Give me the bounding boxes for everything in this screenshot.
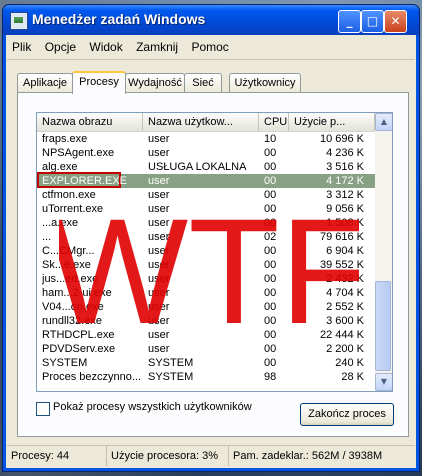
- vertical-scrollbar[interactable]: ▲ ▼: [375, 113, 392, 391]
- title-bar[interactable]: Menedżer zadań Windows _ □ ✕: [3, 5, 419, 35]
- window-title: Menedżer zadań Windows: [32, 11, 206, 27]
- process-memory: 28 K: [341, 371, 364, 383]
- table-row[interactable]: PDVDServ.exe user 00 2 200 K: [37, 342, 375, 356]
- tab-wydajnosc[interactable]: Wydajność: [125, 73, 185, 92]
- minimize-button[interactable]: _: [338, 10, 361, 33]
- process-cpu: 00: [264, 343, 277, 355]
- process-memory: 3 516 K: [326, 161, 364, 173]
- show-all-processes-checkbox[interactable]: [36, 402, 50, 416]
- menu-plik[interactable]: Plik: [7, 38, 36, 56]
- process-memory: 4 172 K: [326, 175, 364, 187]
- table-row[interactable]: NPSAgent.exe user 00 4 236 K: [37, 146, 375, 160]
- process-user: user: [148, 343, 170, 355]
- process-cpu: 00: [264, 161, 277, 173]
- process-memory: 240 K: [335, 357, 364, 369]
- status-bar: Procesy: 44 Użycie procesora: 3% Pam. za…: [7, 445, 415, 466]
- status-commit-charge: Pam. zadeklar.: 562M / 3938M: [233, 450, 383, 462]
- process-memory: 10 696 K: [319, 133, 364, 145]
- column-header-memory[interactable]: Użycie p...: [289, 113, 375, 131]
- process-name: SYSTEM: [42, 357, 88, 369]
- maximize-button[interactable]: □: [361, 10, 384, 33]
- process-cpu: 00: [264, 175, 277, 187]
- process-user: user: [148, 147, 170, 159]
- tab-procesy[interactable]: Procesy: [72, 71, 126, 94]
- column-header-cpu[interactable]: CPU: [259, 113, 289, 131]
- tab-aplikacje[interactable]: Aplikacje: [17, 73, 73, 92]
- process-user: user: [148, 133, 170, 145]
- status-processes: Procesy: 44: [7, 446, 107, 466]
- menu-widok[interactable]: Widok: [84, 38, 127, 56]
- process-cpu: 98: [264, 371, 277, 383]
- table-row[interactable]: SYSTEM SYSTEM 00 240 K: [37, 356, 375, 370]
- process-cpu: 00: [264, 357, 277, 369]
- menu-zamknij[interactable]: Zamknij: [131, 38, 183, 56]
- process-memory: 4 236 K: [326, 147, 364, 159]
- end-process-button[interactable]: Zakończ proces: [300, 403, 394, 426]
- process-user: user: [148, 175, 170, 187]
- show-all-processes-label[interactable]: Pokaż procesy wszystkich użytkowników: [53, 401, 252, 413]
- menu-bar: Plik Opcje Widok Zamknij Pomoc: [7, 38, 415, 56]
- process-user: USŁUGA LOKALNA: [148, 161, 247, 173]
- menu-divider: [7, 59, 415, 60]
- process-user: SYSTEM: [148, 371, 194, 383]
- process-cpu: 10: [264, 133, 277, 145]
- column-header-image-name[interactable]: Nazwa obrazu: [37, 113, 143, 131]
- process-user: SYSTEM: [148, 357, 194, 369]
- task-manager-window: Menedżer zadań Windows _ □ ✕ Plik Opcje …: [2, 4, 420, 472]
- scroll-up-arrow-icon[interactable]: ▲: [375, 113, 392, 131]
- scrollbar-thumb[interactable]: [375, 281, 391, 371]
- process-cpu: 00: [264, 147, 277, 159]
- process-name: EXPLORER.EXE: [42, 175, 127, 187]
- close-button[interactable]: ✕: [384, 10, 407, 33]
- table-row[interactable]: Proces bezczynno... SYSTEM 98 28 K: [37, 370, 375, 384]
- process-memory: 2 200 K: [326, 343, 364, 355]
- tab-uzytkownicy[interactable]: Użytkownicy: [229, 73, 301, 92]
- process-name: PDVDServ.exe: [42, 343, 116, 355]
- task-manager-icon: [10, 12, 28, 30]
- process-name: Proces bezczynno...: [42, 371, 142, 383]
- table-row[interactable]: fraps.exe user 10 10 696 K: [37, 132, 375, 146]
- menu-pomoc[interactable]: Pomoc: [186, 38, 233, 56]
- scroll-down-arrow-icon[interactable]: ▼: [375, 373, 392, 391]
- menu-opcje[interactable]: Opcje: [40, 38, 81, 56]
- column-header-user-name[interactable]: Nazwa użytkow...: [143, 113, 259, 131]
- tab-siec[interactable]: Sieć: [184, 73, 222, 92]
- wtf-overlay: WTF: [59, 195, 359, 335]
- table-row-selected[interactable]: EXPLORER.EXE user 00 4 172 K: [37, 172, 375, 188]
- status-cpu-usage: Użycie procesora: 3%: [107, 446, 229, 466]
- column-headers: Nazwa obrazu Nazwa użytkow... CPU Użycie…: [37, 113, 375, 132]
- wtf-overlay-text: WTF: [59, 195, 359, 335]
- process-name: fraps.exe: [42, 133, 88, 145]
- process-name: NPSAgent.exe: [42, 147, 115, 159]
